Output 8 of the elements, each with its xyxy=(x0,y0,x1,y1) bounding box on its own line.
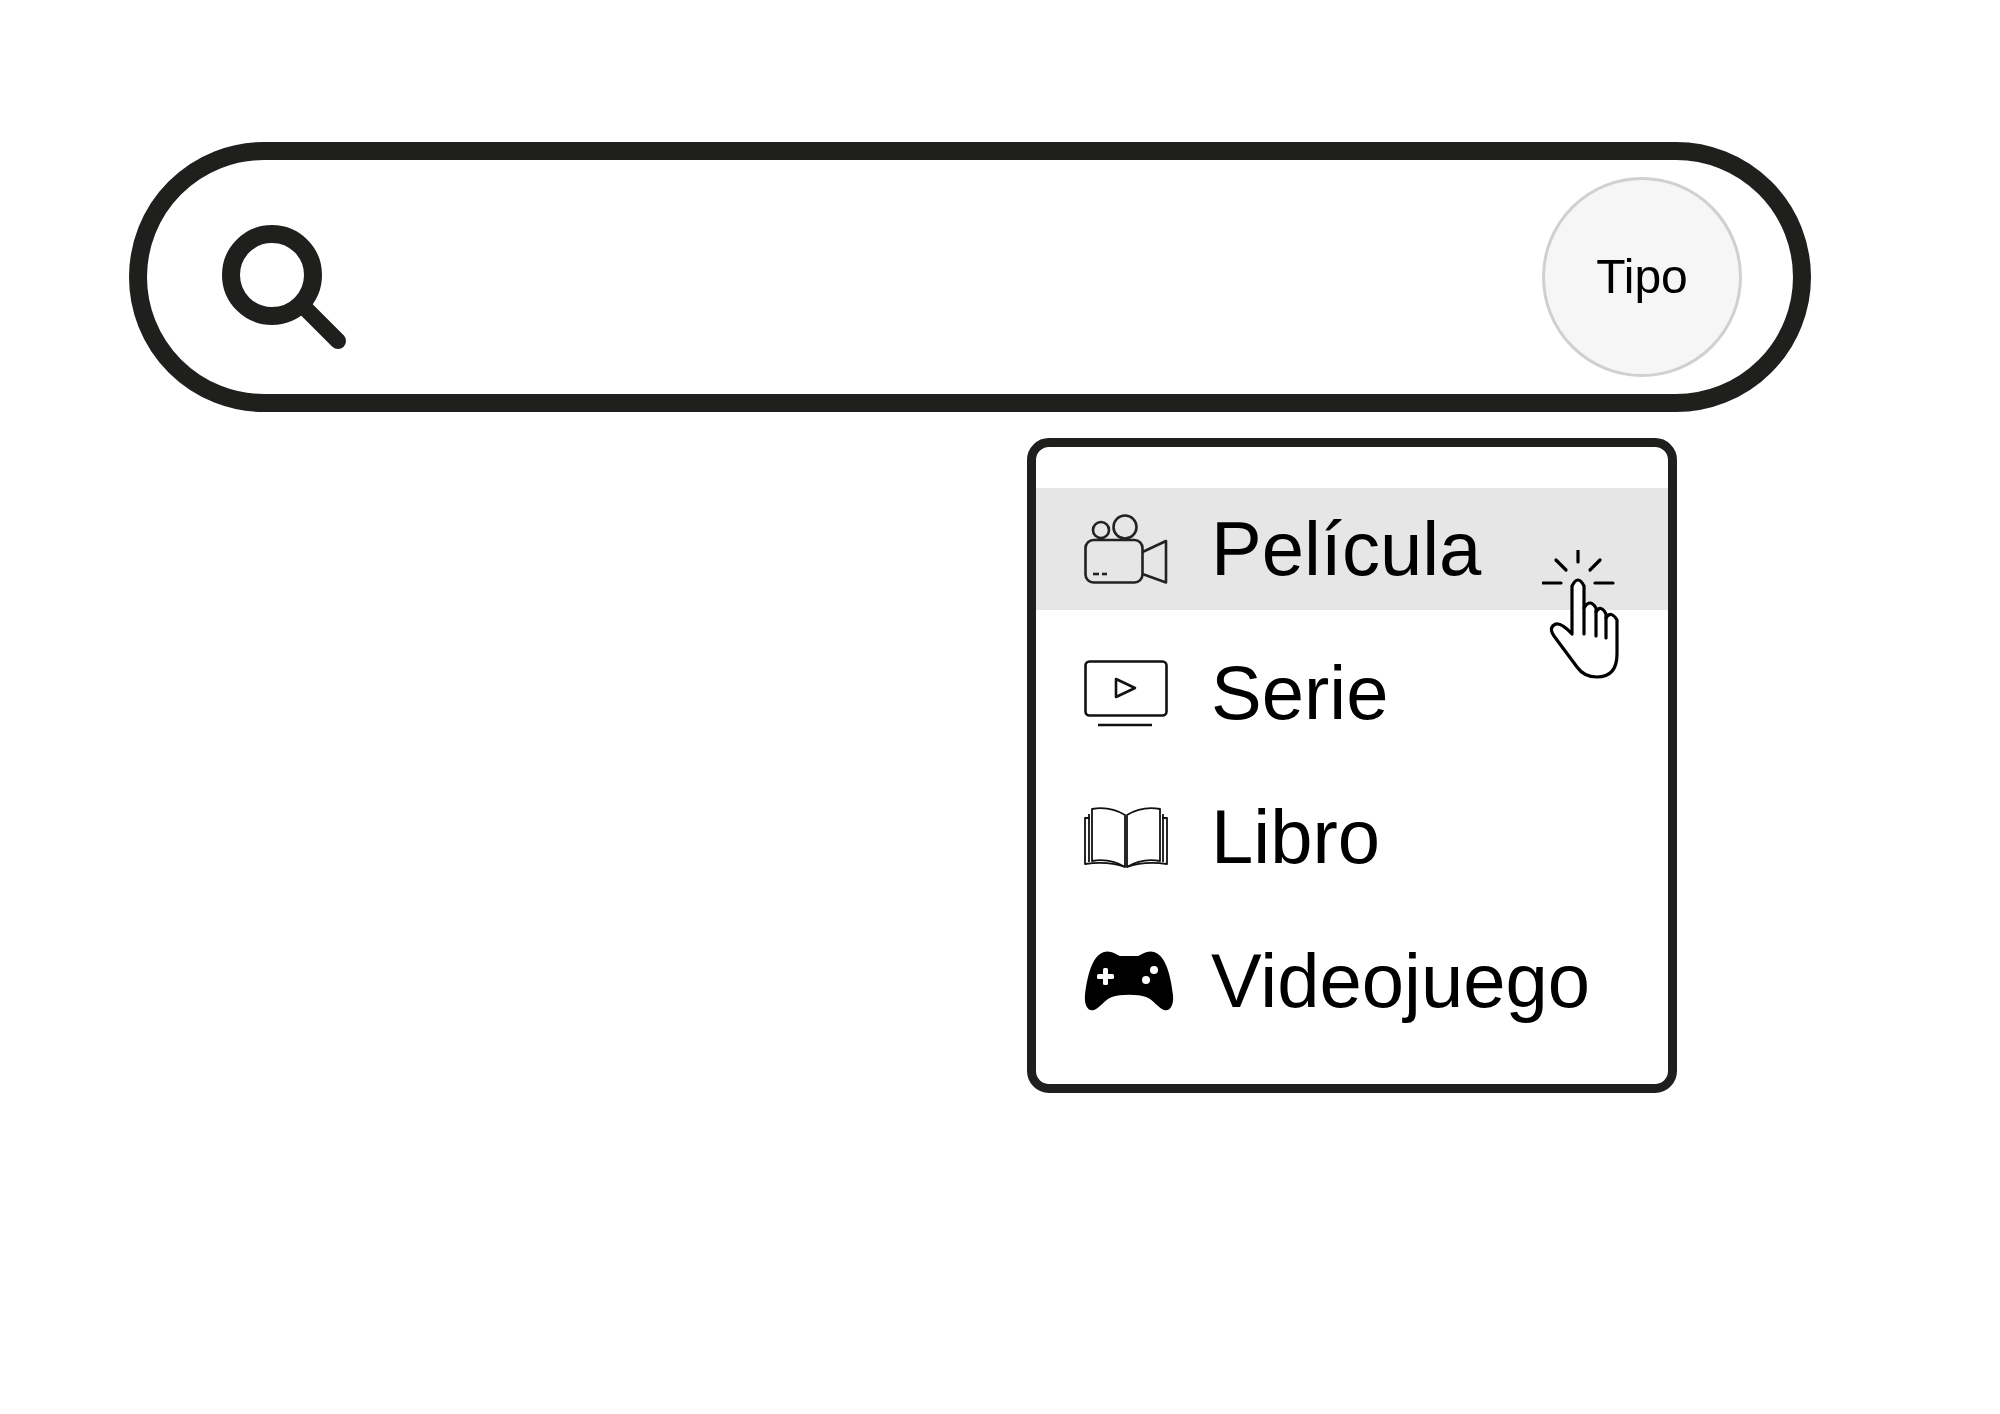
type-button[interactable]: Tipo xyxy=(1542,177,1742,377)
open-book-icon xyxy=(1084,806,1168,868)
gamepad-icon xyxy=(1084,950,1174,1012)
search-field[interactable]: Tipo xyxy=(129,142,1811,412)
camera-icon xyxy=(1084,514,1168,584)
search-icon xyxy=(222,225,347,350)
monitor-play-icon xyxy=(1084,659,1168,727)
menu-item[interactable]: Película xyxy=(1036,488,1668,610)
